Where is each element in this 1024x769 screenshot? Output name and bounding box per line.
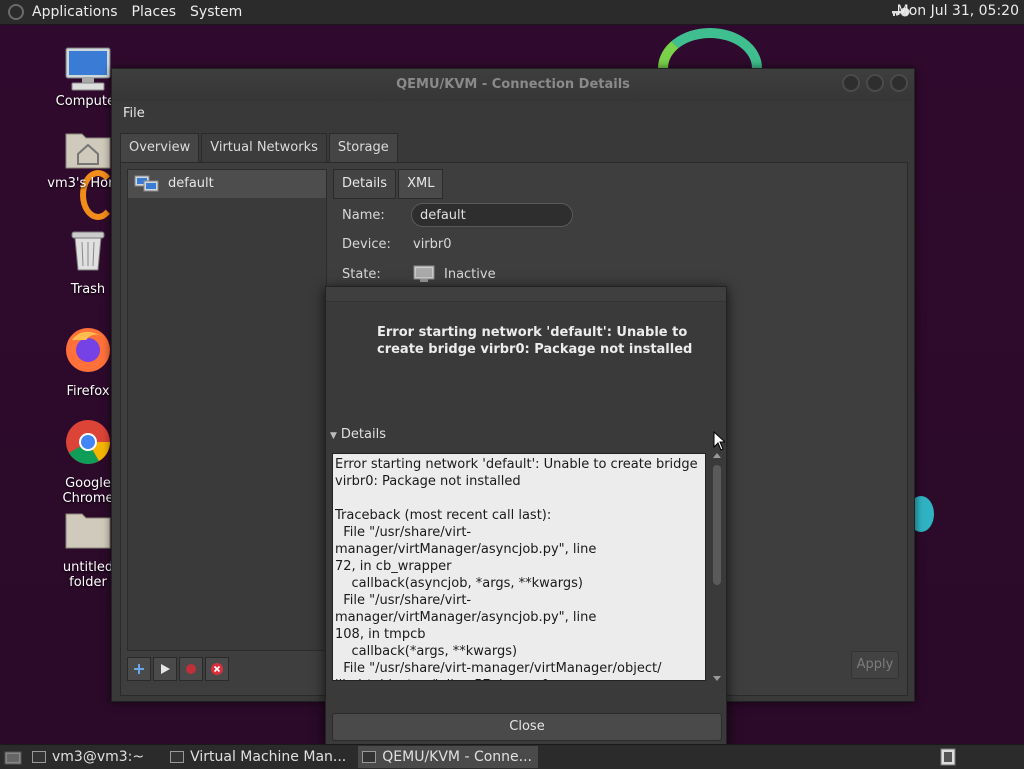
tab-virtual-networks[interactable]: Virtual Networks — [201, 133, 327, 163]
menu-system[interactable]: System — [190, 4, 242, 20]
error-message: Error starting network 'default': Unable… — [377, 325, 693, 357]
stop-icon — [186, 664, 196, 674]
taskbar-item-virt-manager[interactable]: Virtual Machine Man... — [166, 746, 352, 768]
stop-network-button[interactable] — [179, 657, 203, 681]
folder-icon — [65, 513, 111, 549]
firefox-icon — [66, 328, 110, 372]
menubar: File — [112, 101, 914, 127]
close-window-button[interactable] — [890, 74, 908, 92]
taskbar-item-terminal[interactable]: vm3@vm3:~ — [28, 746, 150, 768]
state-label: State: — [342, 267, 381, 282]
details-expander[interactable]: ▼ Details — [330, 427, 386, 442]
network-list-toolbar — [127, 657, 229, 681]
delete-icon — [211, 663, 223, 675]
minimize-button[interactable] — [842, 74, 860, 92]
device-value: virbr0 — [413, 237, 452, 252]
scroll-down-icon[interactable] — [713, 676, 721, 681]
tab-overview[interactable]: Overview — [120, 133, 200, 163]
name-field[interactable]: default — [411, 203, 573, 227]
device-label: Device: — [342, 237, 391, 252]
play-icon — [161, 664, 170, 674]
taskbar: vm3@vm3:~ Virtual Machine Man... QEMU/KV… — [0, 744, 1024, 769]
expander-arrow-icon: ▼ — [330, 431, 337, 441]
tab-xml[interactable]: XML — [398, 169, 444, 199]
plus-icon — [134, 664, 144, 674]
apply-button[interactable]: Apply — [851, 651, 899, 679]
clock[interactable]: Mon Jul 31, 05:20 — [897, 3, 1019, 19]
top-panel: Applications Places System Mon Jul 31, 0… — [0, 0, 1024, 25]
add-network-button[interactable] — [127, 657, 151, 681]
start-network-button[interactable] — [153, 657, 177, 681]
window-icon — [362, 751, 377, 763]
terminal-icon — [32, 751, 46, 763]
menu-applications[interactable]: Applications — [32, 4, 118, 20]
mouse-cursor-icon — [713, 431, 725, 451]
maximize-button[interactable] — [866, 74, 884, 92]
dialog-titlebar[interactable] — [326, 287, 726, 302]
close-button[interactable]: Close — [332, 713, 722, 741]
menu-file[interactable]: File — [123, 106, 145, 121]
virt-manager-icon — [170, 751, 185, 763]
system-logo-icon[interactable] — [8, 4, 24, 20]
detail-tab-bar: Details XML — [333, 169, 445, 199]
taskbar-item-label: vm3@vm3:~ — [52, 749, 145, 765]
workspace-switcher-icon[interactable] — [940, 748, 956, 766]
list-item[interactable]: default — [128, 170, 326, 198]
state-monitor-icon — [413, 265, 435, 282]
traceback-scrollbar[interactable] — [710, 449, 724, 685]
show-desktop-icon[interactable] — [4, 749, 22, 765]
chrome-icon — [66, 420, 110, 464]
taskbar-item-label: QEMU/KVM - Conne... — [382, 749, 532, 765]
home-folder-icon — [65, 133, 111, 169]
error-dialog: Error starting network 'default': Unable… — [325, 286, 727, 748]
scrollbar-thumb[interactable] — [713, 465, 721, 585]
menu-places[interactable]: Places — [132, 4, 177, 20]
scroll-up-icon[interactable] — [713, 453, 721, 458]
network-icon — [134, 175, 159, 192]
tab-details[interactable]: Details — [333, 169, 397, 199]
state-value: Inactive — [444, 267, 496, 282]
taskbar-item-connection-details[interactable]: QEMU/KVM - Conne... — [358, 746, 538, 768]
name-label: Name: — [342, 208, 385, 223]
tab-storage[interactable]: Storage — [328, 133, 398, 163]
trash-icon — [71, 231, 105, 271]
tab-bar: Overview Virtual Networks Storage — [120, 133, 400, 163]
traceback-text[interactable]: Error starting network 'default': Unable… — [332, 453, 706, 681]
window-controls — [842, 74, 908, 92]
computer-icon — [65, 47, 111, 91]
delete-network-button[interactable] — [205, 657, 229, 681]
taskbar-item-label: Virtual Machine Man... — [190, 749, 347, 765]
network-list: default — [127, 169, 327, 651]
details-expander-label: Details — [340, 427, 386, 442]
network-name: default — [168, 176, 214, 191]
window-title[interactable]: QEMU/KVM - Connection Details — [112, 69, 914, 101]
